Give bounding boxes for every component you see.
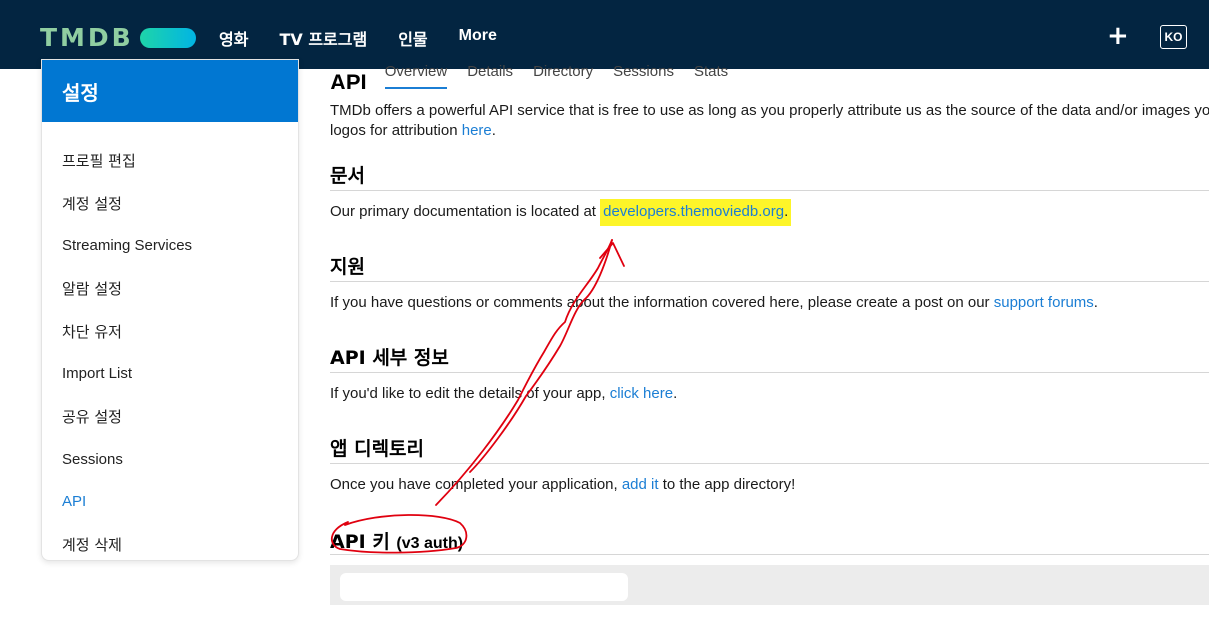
redacted-key-mark (340, 573, 628, 601)
support-text-body: If you have questions or comments about … (330, 294, 994, 311)
intro-end: . (491, 122, 496, 139)
directory-end: to the app directory! (658, 476, 796, 493)
api-tabs: Overview Details Directory Sessions Stat… (384, 57, 748, 89)
support-heading: 지원 (330, 256, 365, 278)
annotation-arrow-line-return (469, 239, 613, 473)
tab-details[interactable]: Details (467, 57, 513, 89)
sidebar-menu: 프로필 편집 계정 설정 Streaming Services 알람 설정 차단… (42, 122, 298, 560)
sidebar-item-notification-settings[interactable]: 알람 설정 (42, 267, 298, 310)
main-nav: 영화 TV 프로그램 인물 More (219, 26, 528, 50)
nav-more[interactable]: More (459, 27, 497, 50)
developers-docs-link[interactable]: developers.themoviedb.org (603, 203, 784, 220)
sidebar-item-account-settings[interactable]: 계정 설정 (42, 182, 298, 225)
sidebar-item-blocked-users[interactable]: 차단 유저 (42, 310, 298, 353)
nav-people[interactable]: 인물 (398, 26, 427, 50)
sidebar-item-edit-profile[interactable]: 프로필 편집 (42, 139, 298, 182)
tmdb-logo[interactable]: TMDB (40, 23, 196, 52)
sidebar-title: 설정 (42, 60, 298, 122)
divider (330, 463, 1209, 464)
api-key-heading: API 키 (v3 auth) (330, 527, 463, 554)
api-details-heading: API 세부 정보 (330, 347, 449, 369)
divider (330, 281, 1209, 282)
api-key-title: API 키 (330, 531, 390, 553)
intro-text-2: logos for attribution (330, 122, 462, 139)
app-directory-heading: 앱 디렉토리 (330, 438, 425, 460)
details-end: . (673, 385, 678, 402)
api-key-subtitle: (v3 auth) (396, 535, 464, 552)
intro-text: TMDb offers a powerful API service that … (330, 102, 1209, 119)
tab-overview[interactable]: Overview (384, 57, 448, 89)
docs-highlight: developers.themoviedb.org. (600, 199, 792, 226)
sidebar-item-import-list[interactable]: Import List (42, 352, 298, 395)
divider (330, 372, 1209, 373)
support-forums-link[interactable]: support forums (994, 294, 1094, 311)
sidebar-item-delete-account[interactable]: 계정 삭제 (42, 523, 298, 560)
api-key-field[interactable] (330, 565, 1209, 605)
settings-sidebar: 설정 프로필 편집 계정 설정 Streaming Services 알람 설정… (41, 59, 299, 561)
intro-text-line-2: logos for attribution here. (330, 121, 496, 141)
directory-text: Once you have completed your application… (330, 475, 795, 495)
support-text: If you have questions or comments about … (330, 293, 1098, 313)
tab-directory[interactable]: Directory (533, 57, 593, 89)
docs-text: Our primary documentation is located at … (330, 199, 792, 226)
divider (330, 554, 1209, 555)
logo-pill-icon (139, 27, 196, 48)
api-header: API Overview Details Directory Sessions … (330, 57, 748, 89)
add-plus-icon[interactable]: + (1107, 23, 1129, 49)
docs-heading: 문서 (330, 165, 365, 187)
add-it-link[interactable]: add it (622, 476, 659, 493)
logo-text: TMDB (40, 23, 134, 52)
page-title: API (330, 70, 367, 89)
docs-end: . (784, 203, 789, 220)
sidebar-item-sharing-settings[interactable]: 공유 설정 (42, 395, 298, 438)
details-text: If you'd like to edit the details of you… (330, 384, 677, 404)
details-text-body: If you'd like to edit the details of you… (330, 385, 610, 402)
sidebar-item-api[interactable]: API (42, 481, 298, 524)
docs-text-body: Our primary documentation is located at (330, 203, 601, 220)
support-end: . (1093, 294, 1098, 311)
nav-movies[interactable]: 영화 (219, 26, 248, 50)
directory-text-body: Once you have completed your application… (330, 476, 622, 493)
sidebar-item-streaming-services[interactable]: Streaming Services (42, 224, 298, 267)
annotation-arrowhead (599, 242, 625, 267)
language-button[interactable]: KO (1160, 25, 1187, 49)
attribution-here-link[interactable]: here (462, 122, 492, 139)
click-here-link[interactable]: click here (610, 385, 673, 402)
intro-text-line-1: TMDb offers a powerful API service that … (330, 101, 1209, 121)
sidebar-item-sessions[interactable]: Sessions (42, 438, 298, 481)
tab-sessions[interactable]: Sessions (613, 57, 674, 89)
tab-stats[interactable]: Stats (694, 57, 728, 89)
nav-tv-shows[interactable]: TV 프로그램 (279, 26, 367, 50)
divider (330, 190, 1209, 191)
